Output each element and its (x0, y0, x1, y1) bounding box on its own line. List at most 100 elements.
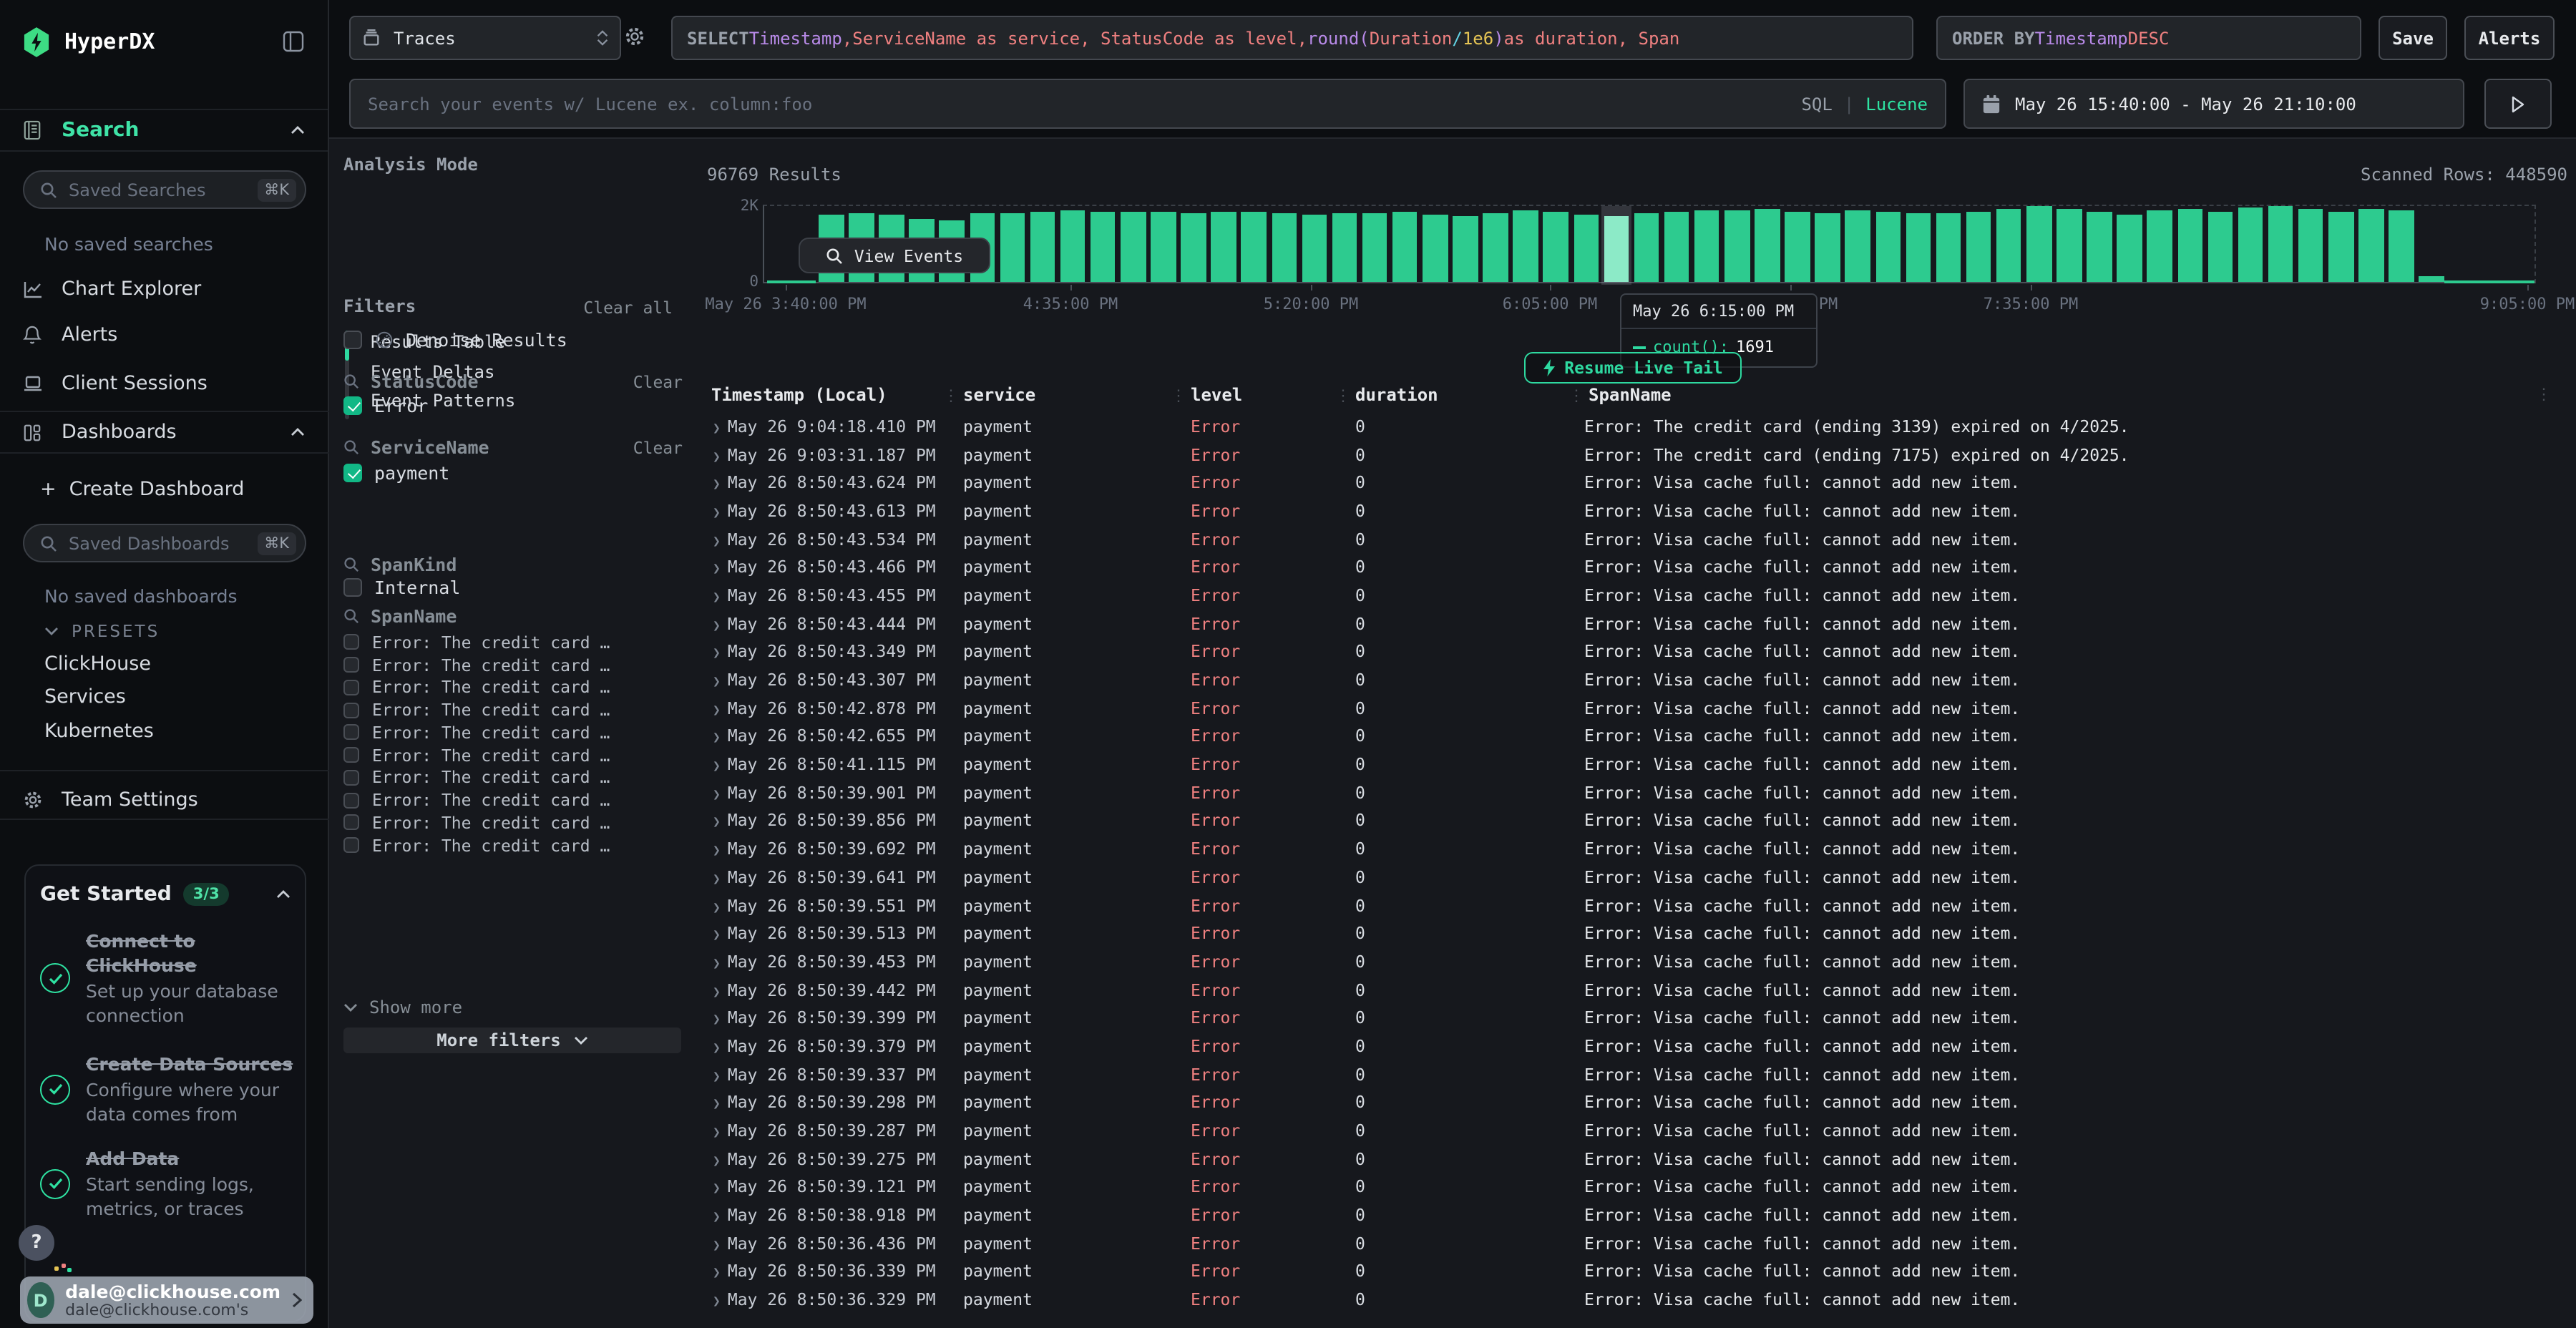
histogram-bar[interactable] (1936, 214, 1961, 282)
row-expand-chevron-icon[interactable]: ❯ (713, 1154, 721, 1168)
row-expand-chevron-icon[interactable]: ❯ (713, 1267, 721, 1281)
filter-option-spanname[interactable]: Error: The credit card … (343, 834, 694, 857)
order-by-input[interactable]: ORDER BY Timestamp DESC (1936, 16, 2361, 60)
histogram-bar[interactable] (2177, 210, 2202, 282)
checkbox-unchecked[interactable] (343, 680, 359, 695)
histogram-bar[interactable] (1724, 210, 1750, 282)
table-row[interactable]: ❯May 26 8:50:39.337 PMpaymentError0Error… (704, 1060, 2576, 1088)
row-expand-chevron-icon[interactable]: ❯ (713, 1126, 721, 1141)
row-expand-chevron-icon[interactable]: ❯ (713, 591, 721, 605)
table-row[interactable]: ❯May 26 8:50:39.442 PMpaymentError0Error… (704, 976, 2576, 1004)
histogram-bar[interactable] (1513, 210, 1538, 282)
table-row[interactable]: ❯May 26 8:50:43.444 PMpaymentError0Error… (704, 610, 2576, 638)
histogram-bar[interactable] (1362, 213, 1387, 282)
histogram-bar[interactable] (1000, 213, 1025, 282)
table-row[interactable]: ❯May 26 8:50:38.918 PMpaymentError0Error… (704, 1201, 2576, 1229)
checkbox-unchecked[interactable] (343, 815, 359, 831)
get-started-item[interactable]: Add Data Start sending logs, metrics, or… (40, 1146, 295, 1221)
search-icon[interactable] (343, 557, 359, 572)
filter-option-spanname[interactable]: Error: The credit card … (343, 676, 694, 699)
histogram-bar[interactable] (1604, 215, 1629, 282)
lang-sql[interactable]: SQL (1801, 94, 1832, 114)
histogram-bar[interactable] (2147, 210, 2172, 282)
get-started-item[interactable]: Connect to ClickHouse Set up your databa… (40, 929, 295, 1027)
show-more-link[interactable]: Show more (343, 997, 462, 1017)
row-expand-chevron-icon[interactable]: ❯ (713, 788, 721, 803)
table-row[interactable]: ❯May 26 8:50:39.856 PMpaymentError0Error… (704, 806, 2576, 834)
histogram-bar[interactable] (2328, 211, 2353, 282)
source-settings-gear-icon[interactable] (624, 26, 645, 47)
histogram-bar[interactable] (1574, 214, 1599, 282)
help-button[interactable]: ? (19, 1225, 54, 1261)
row-expand-chevron-icon[interactable]: ❯ (713, 1098, 721, 1113)
row-expand-chevron-icon[interactable]: ❯ (713, 478, 721, 492)
histogram-bar[interactable] (1211, 211, 1236, 282)
histogram-bar[interactable] (2087, 213, 2112, 282)
filter-option-payment[interactable]: payment (343, 462, 449, 484)
table-row[interactable]: ❯May 26 8:50:39.287 PMpaymentError0Error… (704, 1116, 2576, 1144)
row-expand-chevron-icon[interactable]: ❯ (713, 1183, 721, 1197)
table-row[interactable]: ❯May 26 8:50:39.641 PMpaymentError0Error… (704, 863, 2576, 891)
histogram-bar[interactable] (1392, 212, 1418, 282)
run-query-button[interactable] (2484, 79, 2552, 129)
table-row[interactable]: ❯May 26 8:50:39.453 PMpaymentError0Error… (704, 947, 2576, 975)
clear-servicename-link[interactable]: Clear (633, 438, 683, 458)
histogram-bar[interactable] (1906, 213, 1931, 282)
sidebar-item-alerts[interactable]: Alerts (0, 315, 328, 355)
histogram-bar[interactable] (1664, 212, 1689, 282)
row-expand-chevron-icon[interactable]: ❯ (713, 901, 721, 915)
chevron-up-icon[interactable] (291, 126, 305, 135)
filter-option-spanname[interactable]: Error: The credit card … (343, 811, 694, 834)
histogram-bar[interactable] (1483, 213, 1508, 282)
lang-lucene[interactable]: Lucene (1865, 94, 1928, 114)
column-header-service[interactable]: service (943, 385, 1171, 405)
get-started-item[interactable]: Create Data Sources Configure where your… (40, 1052, 295, 1126)
histogram-bar[interactable] (1241, 212, 1267, 282)
query-language-toggle[interactable]: SQL | Lucene (1801, 94, 1928, 114)
histogram-bar[interactable] (1181, 213, 1206, 283)
event-search-input[interactable]: Search your events w/ Lucene ex. column:… (349, 79, 1946, 129)
row-expand-chevron-icon[interactable]: ❯ (713, 957, 721, 972)
table-row[interactable]: ❯May 26 8:50:43.307 PMpaymentError0Error… (704, 665, 2576, 693)
histogram-bar[interactable] (2207, 212, 2233, 282)
histogram-bar[interactable] (1875, 211, 1901, 282)
table-row[interactable]: ❯May 26 8:50:39.121 PMpaymentError0Error… (704, 1173, 2576, 1201)
checkbox-checked[interactable] (343, 397, 361, 415)
user-profile-button[interactable]: D dale@clickhouse.com dale@clickhouse.co… (20, 1276, 313, 1324)
preset-clickhouse[interactable]: ClickHouse (44, 653, 151, 675)
row-expand-chevron-icon[interactable]: ❯ (713, 450, 721, 464)
preset-kubernetes[interactable]: Kubernetes (44, 720, 154, 743)
histogram-bar[interactable] (1453, 215, 1478, 282)
table-row[interactable]: ❯May 26 8:50:39.379 PMpaymentError0Error… (704, 1032, 2576, 1060)
sidebar-item-team-settings[interactable]: Team Settings (0, 780, 328, 820)
table-row[interactable]: ❯May 26 8:50:43.466 PMpaymentError0Error… (704, 553, 2576, 581)
checkbox-unchecked[interactable] (343, 792, 359, 808)
checkbox-checked[interactable] (343, 464, 361, 482)
sidebar-item-search[interactable]: Search (0, 109, 328, 152)
filter-option-spanname[interactable]: Error: The credit card … (343, 766, 694, 789)
table-row[interactable]: ❯May 26 8:50:43.613 PMpaymentError0Error… (704, 497, 2576, 524)
create-dashboard-button[interactable]: + Create Dashboard (0, 469, 328, 509)
filter-option-error[interactable]: Error (343, 395, 428, 416)
table-row[interactable]: ❯May 26 9:03:31.187 PMpaymentError0Error… (704, 440, 2576, 468)
row-expand-chevron-icon[interactable]: ❯ (713, 648, 721, 662)
row-expand-chevron-icon[interactable]: ❯ (713, 985, 721, 1000)
table-row[interactable]: ❯May 26 8:50:36.339 PMpaymentError0Error… (704, 1257, 2576, 1285)
table-row[interactable]: ❯May 26 8:50:42.878 PMpaymentError0Error… (704, 694, 2576, 722)
row-expand-chevron-icon[interactable]: ❯ (713, 1211, 721, 1225)
checkbox-unchecked[interactable] (343, 635, 359, 650)
row-expand-chevron-icon[interactable]: ❯ (713, 619, 721, 633)
row-expand-chevron-icon[interactable]: ❯ (713, 703, 721, 718)
table-row[interactable]: ❯May 26 8:50:43.349 PMpaymentError0Error… (704, 638, 2576, 665)
histogram-bar[interactable] (1091, 212, 1116, 282)
histogram-bar[interactable] (1755, 209, 1780, 282)
histogram-bar[interactable] (1966, 211, 1991, 282)
search-icon[interactable] (343, 608, 359, 624)
filter-option-spanname[interactable]: Error: The credit card … (343, 654, 694, 677)
table-row[interactable]: ❯May 26 8:50:36.436 PMpaymentError0Error… (704, 1229, 2576, 1257)
checkbox-unchecked[interactable] (343, 770, 359, 786)
row-expand-chevron-icon[interactable]: ❯ (713, 1239, 721, 1254)
row-expand-chevron-icon[interactable]: ❯ (713, 1042, 721, 1056)
checkbox-unchecked[interactable] (343, 747, 359, 763)
table-row[interactable]: ❯May 26 8:50:43.624 PMpaymentError0Error… (704, 469, 2576, 497)
